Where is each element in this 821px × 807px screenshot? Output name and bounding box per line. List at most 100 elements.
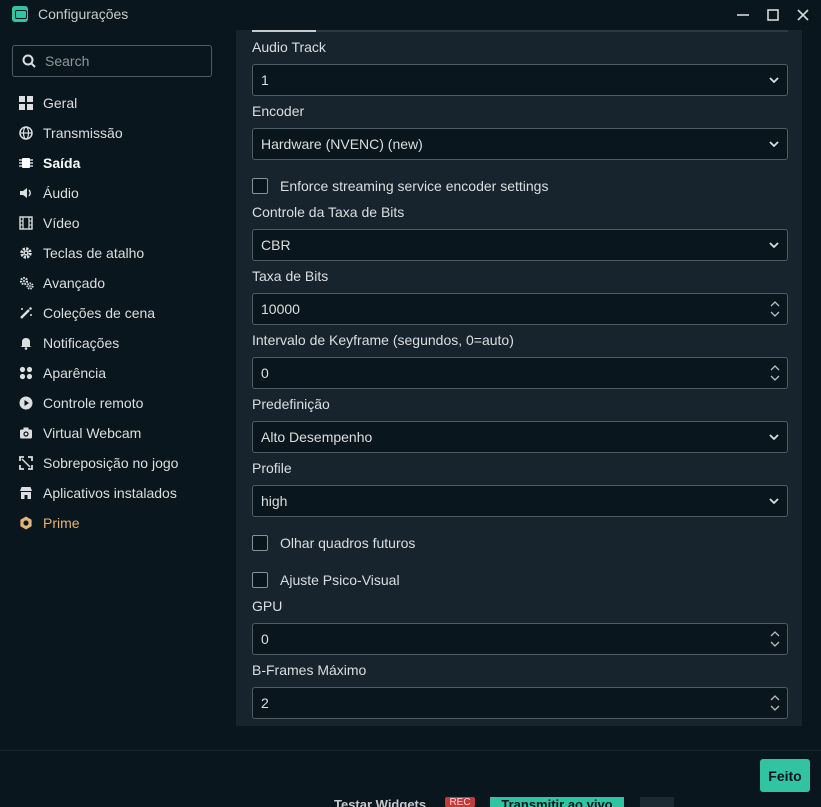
encoder-label: Encoder bbox=[252, 103, 305, 119]
sidebar-item-sobreposicao-no-jogo[interactable]: Sobreposição no jogo bbox=[0, 448, 226, 478]
audio-track-value: 1 bbox=[261, 72, 269, 88]
chevron-down-icon bbox=[769, 498, 779, 505]
bframes-value: 2 bbox=[261, 695, 269, 711]
sidebar-item-label: Notificações bbox=[43, 335, 120, 351]
bitrate-value: 10000 bbox=[261, 301, 300, 317]
preset-select[interactable]: Alto Desempenho bbox=[252, 421, 788, 453]
done-button[interactable]: Feito bbox=[760, 759, 810, 792]
sidebar-item-label: Aparência bbox=[43, 365, 107, 381]
sidebar-item-label: Saída bbox=[43, 155, 81, 171]
lookahead-checkbox[interactable]: Olhar quadros futuros bbox=[252, 535, 415, 551]
sidebar-item-label: Avançado bbox=[43, 275, 106, 291]
maximize-icon[interactable] bbox=[758, 0, 788, 30]
search-input[interactable] bbox=[45, 51, 205, 71]
prime-icon bbox=[18, 515, 34, 531]
sidebar-item-aparencia[interactable]: Aparência bbox=[0, 358, 226, 388]
sidebar-item-label: Controle remoto bbox=[43, 395, 144, 411]
sidebar-item-notificacoes[interactable]: Notificações bbox=[0, 328, 226, 358]
spinner-arrows-icon[interactable] bbox=[770, 299, 780, 319]
sidebar-item-colecoes-de-cena[interactable]: Coleções de cena bbox=[0, 298, 226, 328]
globe-icon bbox=[18, 125, 34, 141]
search-icon bbox=[22, 54, 36, 68]
psycho-visual-label: Ajuste Psico-Visual bbox=[280, 572, 400, 588]
chevron-down-icon bbox=[769, 434, 779, 441]
sidebar-item-geral[interactable]: Geral bbox=[0, 88, 226, 118]
checkbox-box[interactable] bbox=[252, 572, 268, 588]
audio-track-label: Audio Track bbox=[252, 39, 326, 55]
spinner-arrows-icon[interactable] bbox=[770, 363, 780, 383]
film-icon bbox=[18, 215, 34, 231]
chevron-down-icon bbox=[769, 141, 779, 148]
checkbox-box[interactable] bbox=[252, 535, 268, 551]
underlay-extra-button[interactable] bbox=[640, 797, 674, 807]
sidebar-item-label: Prime bbox=[43, 515, 80, 531]
palette-icon bbox=[18, 365, 34, 381]
checkbox-box[interactable] bbox=[252, 178, 268, 194]
sidebar: Geral Transmissão Saída Áudio Vídeo Teclas de… bbox=[0, 30, 226, 750]
chevron-down-icon bbox=[769, 242, 779, 249]
app-logo-icon bbox=[12, 6, 28, 22]
sidebar-item-label: Virtual Webcam bbox=[43, 425, 142, 441]
rate-control-label: Controle da Taxa de Bits bbox=[252, 204, 405, 220]
preset-label: Predefinição bbox=[252, 396, 330, 412]
play-circle-icon bbox=[18, 395, 34, 411]
gears-icon bbox=[18, 275, 34, 291]
sidebar-item-label: Sobreposição no jogo bbox=[43, 455, 179, 471]
gpu-input[interactable]: 0 bbox=[252, 623, 788, 655]
lookahead-label: Olhar quadros futuros bbox=[280, 535, 416, 551]
profile-select[interactable]: high bbox=[252, 485, 788, 517]
sidebar-item-label: Vídeo bbox=[43, 215, 80, 231]
sidebar-item-avancado[interactable]: Avançado bbox=[0, 268, 226, 298]
sidebar-item-controle-remoto[interactable]: Controle remoto bbox=[0, 388, 226, 418]
audio-track-select[interactable]: 1 bbox=[252, 64, 788, 96]
title-bar: Configurações bbox=[0, 0, 821, 30]
spinner-arrows-icon[interactable] bbox=[770, 693, 780, 713]
gpu-value: 0 bbox=[261, 631, 269, 647]
sidebar-item-label: Teclas de atalho bbox=[43, 245, 145, 261]
profile-value: high bbox=[261, 493, 288, 509]
bitrate-label: Taxa de Bits bbox=[252, 268, 329, 284]
sidebar-item-transmissao[interactable]: Transmissão bbox=[0, 118, 226, 148]
enforce-encoder-checkbox[interactable]: Enforce streaming service encoder settin… bbox=[252, 178, 548, 194]
encoder-select[interactable]: Hardware (NVENC) (new) bbox=[252, 128, 788, 160]
sidebar-item-aplicativos-instalados[interactable]: Aplicativos instalados bbox=[0, 478, 226, 508]
search-box[interactable] bbox=[12, 45, 212, 77]
chip-icon bbox=[18, 155, 34, 171]
window-title: Configurações bbox=[38, 6, 129, 22]
store-icon bbox=[18, 485, 34, 501]
psycho-visual-checkbox[interactable]: Ajuste Psico-Visual bbox=[252, 572, 400, 588]
bframes-label: B-Frames Máximo bbox=[252, 662, 367, 678]
bframes-input[interactable]: 2 bbox=[252, 687, 788, 719]
keyframe-input[interactable]: 0 bbox=[252, 357, 788, 389]
scrolled-section-divider bbox=[252, 30, 788, 32]
spinner-arrows-icon[interactable] bbox=[770, 629, 780, 649]
rate-control-select[interactable]: CBR bbox=[252, 229, 788, 261]
bitrate-input[interactable]: 10000 bbox=[252, 293, 788, 325]
keyframe-value: 0 bbox=[261, 365, 269, 381]
minimize-icon[interactable] bbox=[728, 0, 758, 30]
sidebar-item-label: Coleções de cena bbox=[43, 305, 156, 321]
enforce-encoder-label: Enforce streaming service encoder settin… bbox=[280, 178, 549, 194]
wand-icon bbox=[18, 305, 34, 321]
camera-icon bbox=[18, 425, 34, 441]
expand-icon bbox=[18, 455, 34, 471]
gpu-label: GPU bbox=[252, 598, 283, 614]
sidebar-item-saida[interactable]: Saída bbox=[0, 148, 226, 178]
sidebar-item-video[interactable]: Vídeo bbox=[0, 208, 226, 238]
profile-label: Profile bbox=[252, 460, 292, 476]
sidebar-item-audio[interactable]: Áudio bbox=[0, 178, 226, 208]
grid-icon bbox=[18, 95, 34, 111]
go-live-button[interactable]: Transmitir ao vivo bbox=[490, 797, 624, 807]
sidebar-item-virtual-webcam[interactable]: Virtual Webcam bbox=[0, 418, 226, 448]
sidebar-item-prime[interactable]: Prime bbox=[0, 508, 226, 538]
sidebar-item-teclas-de-atalho[interactable]: Teclas de atalho bbox=[0, 238, 226, 268]
sidebar-item-label: Áudio bbox=[43, 185, 79, 201]
close-icon[interactable] bbox=[788, 0, 818, 30]
sidebar-item-label: Geral bbox=[43, 95, 78, 111]
encoder-value: Hardware (NVENC) (new) bbox=[261, 136, 423, 152]
settings-nav: Geral Transmissão Saída Áudio Vídeo Teclas de… bbox=[0, 88, 226, 538]
rate-control-value: CBR bbox=[261, 237, 291, 253]
rec-button[interactable]: REC bbox=[445, 797, 475, 807]
test-widgets-button[interactable]: Testar Widgets bbox=[334, 797, 426, 807]
chevron-down-icon bbox=[769, 77, 779, 84]
